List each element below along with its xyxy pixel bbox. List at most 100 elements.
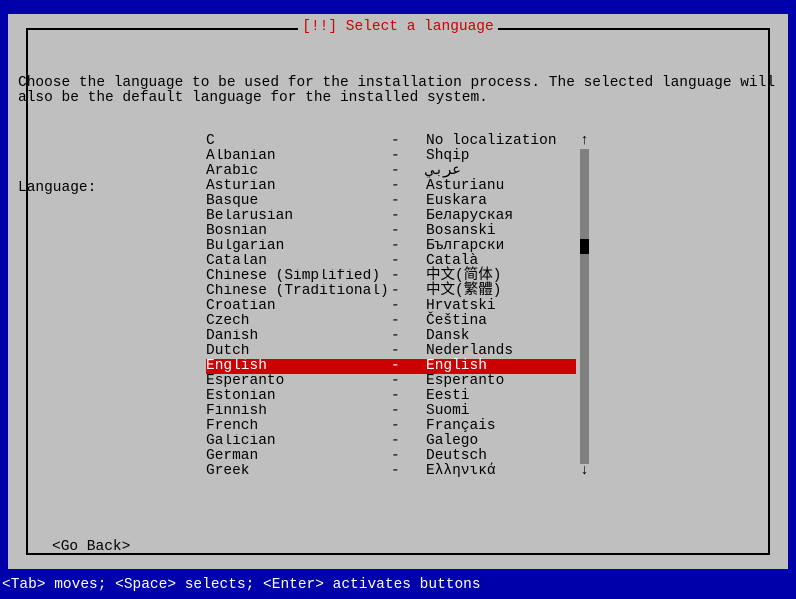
- language-native: 中文(繁體): [426, 284, 576, 299]
- separator: -: [391, 224, 426, 239]
- language-name: Belarusian: [206, 209, 391, 224]
- language-name: Czech: [206, 314, 391, 329]
- language-name: Esperanto: [206, 374, 391, 389]
- language-option[interactable]: Basque-Euskara: [206, 194, 576, 209]
- language-name: Croatian: [206, 299, 391, 314]
- language-name: Dutch: [206, 344, 391, 359]
- language-option[interactable]: French-Français: [206, 419, 576, 434]
- language-list[interactable]: C-No localizationAlbanian-ShqipArabic-عر…: [206, 134, 576, 479]
- language-option[interactable]: Finnish-Suomi: [206, 404, 576, 419]
- language-option[interactable]: Belarusian-Беларуская: [206, 209, 576, 224]
- language-native: Asturianu: [426, 179, 576, 194]
- language-option[interactable]: Bosnian-Bosanski: [206, 224, 576, 239]
- language-native: Eesti: [426, 389, 576, 404]
- scroll-down-icon[interactable]: ↓: [580, 464, 589, 479]
- language-native: عربي: [426, 164, 576, 179]
- language-native: Shqip: [426, 149, 576, 164]
- footer-hint: <Tab> moves; <Space> selects; <Enter> ac…: [2, 578, 481, 593]
- language-name: C: [206, 134, 391, 149]
- language-option[interactable]: Arabic-عربي: [206, 164, 576, 179]
- language-native: Esperanto: [426, 374, 576, 389]
- language-option[interactable]: English-English: [206, 359, 576, 374]
- separator: -: [391, 329, 426, 344]
- language-option[interactable]: Bulgarian-Български: [206, 239, 576, 254]
- language-name: Danish: [206, 329, 391, 344]
- language-native: 中文(简体): [426, 269, 576, 284]
- scrollbar[interactable]: ↑ ↓: [580, 134, 589, 479]
- language-native: Български: [426, 239, 576, 254]
- separator: -: [391, 404, 426, 419]
- go-back-button[interactable]: <Go Back>: [52, 540, 130, 555]
- separator: -: [391, 464, 426, 479]
- separator: -: [391, 239, 426, 254]
- language-name: Galician: [206, 434, 391, 449]
- language-option[interactable]: Estonian-Eesti: [206, 389, 576, 404]
- language-option[interactable]: Croatian-Hrvatski: [206, 299, 576, 314]
- separator: -: [391, 359, 426, 374]
- language-name: Catalan: [206, 254, 391, 269]
- language-name: Estonian: [206, 389, 391, 404]
- language-native: Bosanski: [426, 224, 576, 239]
- language-option[interactable]: Chinese (Simplified)-中文(简体): [206, 269, 576, 284]
- separator: -: [391, 419, 426, 434]
- scroll-thumb[interactable]: [580, 239, 589, 254]
- instruction-text: Choose the language to be used for the i…: [18, 76, 778, 106]
- language-native: English: [426, 359, 576, 374]
- separator: -: [391, 134, 426, 149]
- language-option[interactable]: Chinese (Traditional)-中文(繁體): [206, 284, 576, 299]
- language-name: French: [206, 419, 391, 434]
- separator: -: [391, 299, 426, 314]
- dialog-window: [!!] Select a language Choose the langua…: [8, 14, 788, 569]
- language-native: No localization: [426, 134, 576, 149]
- language-option[interactable]: Asturian-Asturianu: [206, 179, 576, 194]
- language-name: German: [206, 449, 391, 464]
- language-option[interactable]: Galician-Galego: [206, 434, 576, 449]
- language-name: Asturian: [206, 179, 391, 194]
- separator: -: [391, 314, 426, 329]
- separator: -: [391, 269, 426, 284]
- scroll-track[interactable]: [580, 149, 589, 239]
- language-option[interactable]: Danish-Dansk: [206, 329, 576, 344]
- separator: -: [391, 149, 426, 164]
- scroll-up-icon[interactable]: ↑: [580, 134, 589, 149]
- language-name: English: [206, 359, 391, 374]
- language-name: Finnish: [206, 404, 391, 419]
- language-native: Galego: [426, 434, 576, 449]
- scroll-track[interactable]: [580, 254, 589, 464]
- language-option[interactable]: Dutch-Nederlands: [206, 344, 576, 359]
- separator: -: [391, 254, 426, 269]
- language-name: Arabic: [206, 164, 391, 179]
- language-option[interactable]: C-No localization: [206, 134, 576, 149]
- language-name: Greek: [206, 464, 391, 479]
- language-name: Chinese (Traditional): [206, 284, 391, 299]
- language-option[interactable]: Esperanto-Esperanto: [206, 374, 576, 389]
- separator: -: [391, 194, 426, 209]
- language-name: Basque: [206, 194, 391, 209]
- language-option[interactable]: German-Deutsch: [206, 449, 576, 464]
- language-native: Čeština: [426, 314, 576, 329]
- separator: -: [391, 179, 426, 194]
- language-native: Ελληνικά: [426, 464, 576, 479]
- separator: -: [391, 389, 426, 404]
- language-name: Chinese (Simplified): [206, 269, 391, 284]
- separator: -: [391, 449, 426, 464]
- language-option[interactable]: Catalan-Català: [206, 254, 576, 269]
- language-option[interactable]: Albanian-Shqip: [206, 149, 576, 164]
- language-native: Deutsch: [426, 449, 576, 464]
- language-option[interactable]: Czech-Čeština: [206, 314, 576, 329]
- language-option[interactable]: Greek-Ελληνικά: [206, 464, 576, 479]
- language-native: Suomi: [426, 404, 576, 419]
- separator: -: [391, 344, 426, 359]
- language-native: Hrvatski: [426, 299, 576, 314]
- language-native: Català: [426, 254, 576, 269]
- separator: -: [391, 374, 426, 389]
- separator: -: [391, 434, 426, 449]
- language-native: Dansk: [426, 329, 576, 344]
- language-native: Беларуская: [426, 209, 576, 224]
- separator: -: [391, 164, 426, 179]
- language-name: Bulgarian: [206, 239, 391, 254]
- language-name: Albanian: [206, 149, 391, 164]
- language-native: Euskara: [426, 194, 576, 209]
- separator: -: [391, 209, 426, 224]
- separator: -: [391, 284, 426, 299]
